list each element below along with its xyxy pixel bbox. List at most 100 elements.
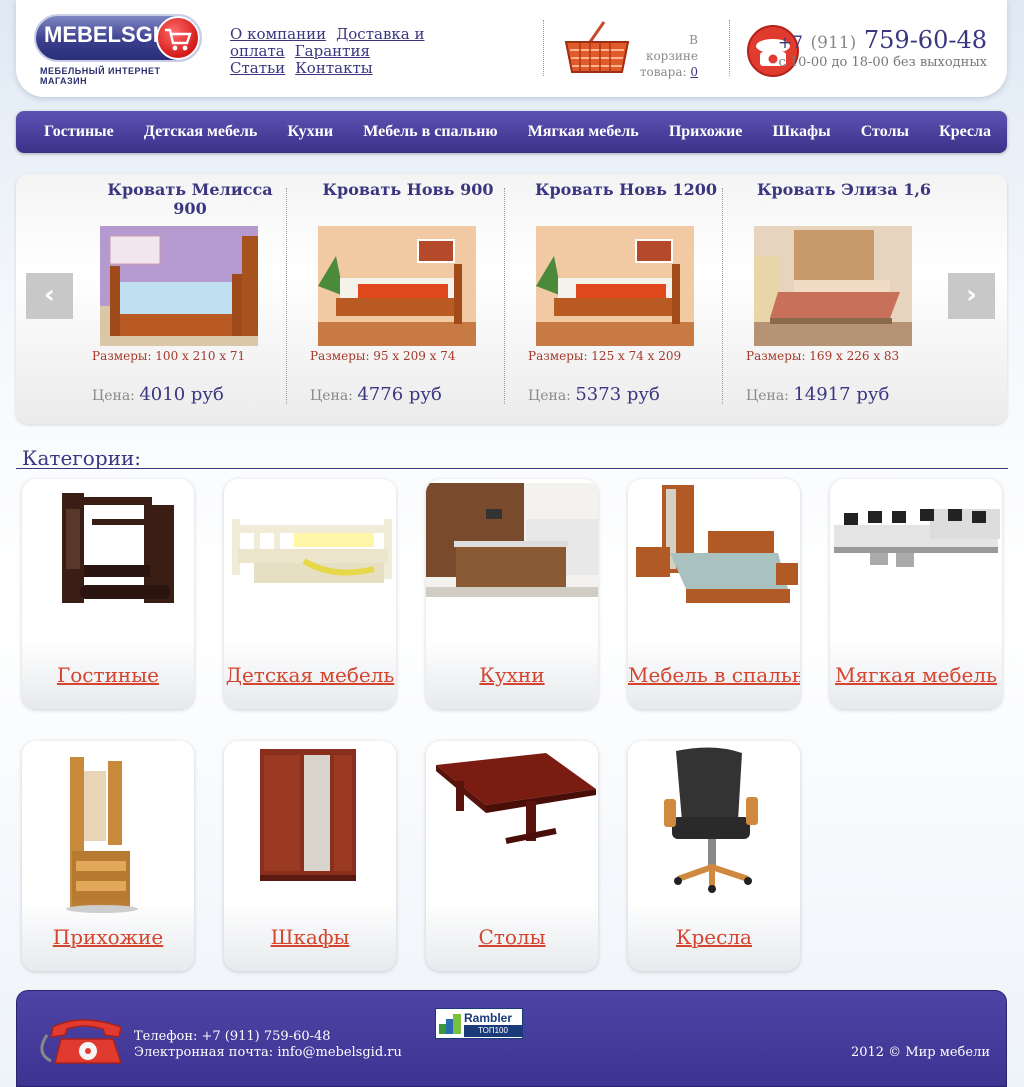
working-hours: с 10-00 до 18-00 без выходных [778, 55, 987, 70]
phone-number: 759-60-48 [863, 26, 987, 54]
product-price: Цена: 4010 руб [92, 384, 224, 405]
carousel-next-button[interactable]: › [948, 273, 995, 319]
nav-kids-furniture[interactable]: Детская мебель [144, 123, 257, 141]
category-link[interactable]: Мягкая мебель [830, 663, 1002, 687]
category-card-tables[interactable]: Столы [426, 741, 598, 971]
carousel-divider [504, 188, 505, 404]
footer-email: Электронная почта: info@mebelsgid.ru [134, 1045, 402, 1060]
nav-kitchens[interactable]: Кухни [287, 123, 333, 141]
header-divider [729, 20, 730, 76]
carousel-item[interactable]: Кровать Элиза 1,6 Размеры: 169 x 226 x 8… [744, 174, 954, 424]
price-value: 5373 руб [575, 384, 660, 405]
category-image [62, 493, 174, 603]
category-card-wardrobes[interactable]: Шкафы [224, 741, 396, 971]
rambler-top100: ТОП100 [464, 1025, 522, 1037]
nav-tables[interactable]: Столы [861, 123, 909, 141]
categories-divider [16, 468, 1008, 469]
link-warranty[interactable]: Гарантия [295, 42, 370, 60]
category-link[interactable]: Мебель в спальню [628, 663, 800, 687]
category-image [636, 485, 798, 603]
phone-country-code: +7 [777, 33, 803, 53]
category-link[interactable]: Кухни [426, 663, 598, 687]
category-image [426, 483, 598, 597]
category-image [664, 747, 758, 893]
product-title[interactable]: Кровать Элиза 1,6 [744, 180, 944, 199]
product-image[interactable] [100, 226, 258, 346]
price-value: 4010 руб [139, 384, 224, 405]
price-label: Цена: [746, 388, 789, 404]
price-label: Цена: [92, 388, 135, 404]
product-title[interactable]: Кровать Новь 1200 [526, 180, 726, 199]
header: MEBELSGID МЕБЕЛЬНЫЙ ИНТЕРНЕТ МАГАЗИН О к… [16, 0, 1007, 97]
nav-bedroom-furniture[interactable]: Мебель в спальню [363, 123, 497, 141]
product-sizes: Размеры: 169 x 226 x 83 [746, 349, 900, 363]
telephone-icon [33, 1005, 131, 1067]
cart-summary: В корзине товара: 0 [636, 32, 698, 80]
carousel-item[interactable]: Кровать Новь 900 Размеры: 95 x 209 x 74 … [308, 174, 518, 424]
rambler-counter[interactable]: Rambler ТОП100 [435, 1008, 523, 1039]
product-sizes: Размеры: 95 x 209 x 74 [310, 349, 456, 363]
category-image [232, 519, 392, 583]
cart-label: В корзине [645, 33, 698, 63]
category-card-soft-furniture[interactable]: Мягкая мебель [830, 479, 1002, 709]
nav-living-rooms[interactable]: Гостиные [44, 123, 114, 141]
carousel-divider [722, 188, 723, 404]
category-card-kitchens[interactable]: Кухни [426, 479, 598, 709]
price-value: 4776 руб [357, 384, 442, 405]
link-about[interactable]: О компании [230, 25, 326, 43]
header-divider [543, 20, 544, 76]
category-link[interactable]: Кресла [628, 925, 800, 949]
carousel-item[interactable]: Кровать Новь 1200 Размеры: 125 x 74 x 20… [526, 174, 736, 424]
cart-logo-icon [156, 16, 200, 60]
top-links: О компании Доставка и оплата Гарантия Стат… [230, 26, 540, 77]
category-link[interactable]: Прихожие [22, 925, 194, 949]
category-image [66, 757, 138, 913]
category-card-armchairs[interactable]: Кресла [628, 741, 800, 971]
category-card-hallways[interactable]: Прихожие [22, 741, 194, 971]
category-card-living-rooms[interactable]: Гостиные [22, 479, 194, 709]
category-card-bedroom-furniture[interactable]: Мебель в спальню [628, 479, 800, 709]
nav-soft-furniture[interactable]: Мягкая мебель [528, 123, 639, 141]
cart-items-label: товара: [639, 65, 687, 79]
category-image [834, 509, 1000, 567]
category-link[interactable]: Гостиные [22, 663, 194, 687]
chevron-right-icon: › [966, 280, 977, 310]
product-title[interactable]: Кровать Мелисса 900 [90, 180, 290, 218]
category-link[interactable]: Детская мебель [224, 663, 396, 687]
carousel-divider [286, 188, 287, 404]
product-image[interactable] [318, 226, 476, 346]
price-label: Цена: [310, 388, 353, 404]
phone-area-code: (911) [810, 33, 857, 53]
rambler-logo-icon [439, 1014, 461, 1034]
product-carousel: ‹ › Кровать Мелисса 900 Размеры: 100 x 2… [16, 174, 1007, 424]
category-link[interactable]: Шкафы [224, 925, 396, 949]
rambler-name: Rambler [464, 1011, 513, 1025]
product-image[interactable] [536, 226, 694, 346]
carousel-prev-button[interactable]: ‹ [26, 273, 73, 319]
cart-count-link[interactable]: 0 [690, 65, 698, 79]
product-price: Цена: 14917 руб [746, 384, 889, 405]
category-link[interactable]: Столы [426, 925, 598, 949]
product-image[interactable] [754, 226, 912, 346]
footer-contacts: Телефон: +7 (911) 759-60-48 Электронная … [134, 1029, 402, 1061]
nav-wardrobes[interactable]: Шкафы [772, 123, 830, 141]
main-nav: Гостиные Детская мебель Кухни Мебель в с… [16, 111, 1007, 153]
category-image [260, 749, 356, 881]
nav-hallways[interactable]: Прихожие [669, 123, 742, 141]
product-price: Цена: 4776 руб [310, 384, 442, 405]
category-card-kids-furniture[interactable]: Детская мебель [224, 479, 396, 709]
chevron-left-icon: ‹ [44, 280, 55, 310]
category-image [436, 753, 596, 844]
basket-icon[interactable] [560, 20, 634, 78]
link-articles[interactable]: Статьи [230, 59, 285, 77]
logo-subtitle: МЕБЕЛЬНЫЙ ИНТЕРНЕТ МАГАЗИН [40, 66, 161, 86]
product-sizes: Размеры: 125 x 74 x 209 [528, 349, 682, 363]
product-price: Цена: 5373 руб [528, 384, 660, 405]
carousel-item[interactable]: Кровать Мелисса 900 Размеры: 100 x 210 x… [90, 174, 300, 424]
product-title[interactable]: Кровать Новь 900 [308, 180, 508, 199]
nav-armchairs[interactable]: Кресла [939, 123, 991, 141]
link-contacts[interactable]: Контакты [295, 59, 373, 77]
product-sizes: Размеры: 100 x 210 x 71 [92, 349, 246, 363]
price-value: 14917 руб [793, 384, 890, 405]
site-logo[interactable]: MEBELSGID МЕБЕЛЬНЫЙ ИНТЕРНЕТ МАГАЗИН [34, 14, 202, 86]
